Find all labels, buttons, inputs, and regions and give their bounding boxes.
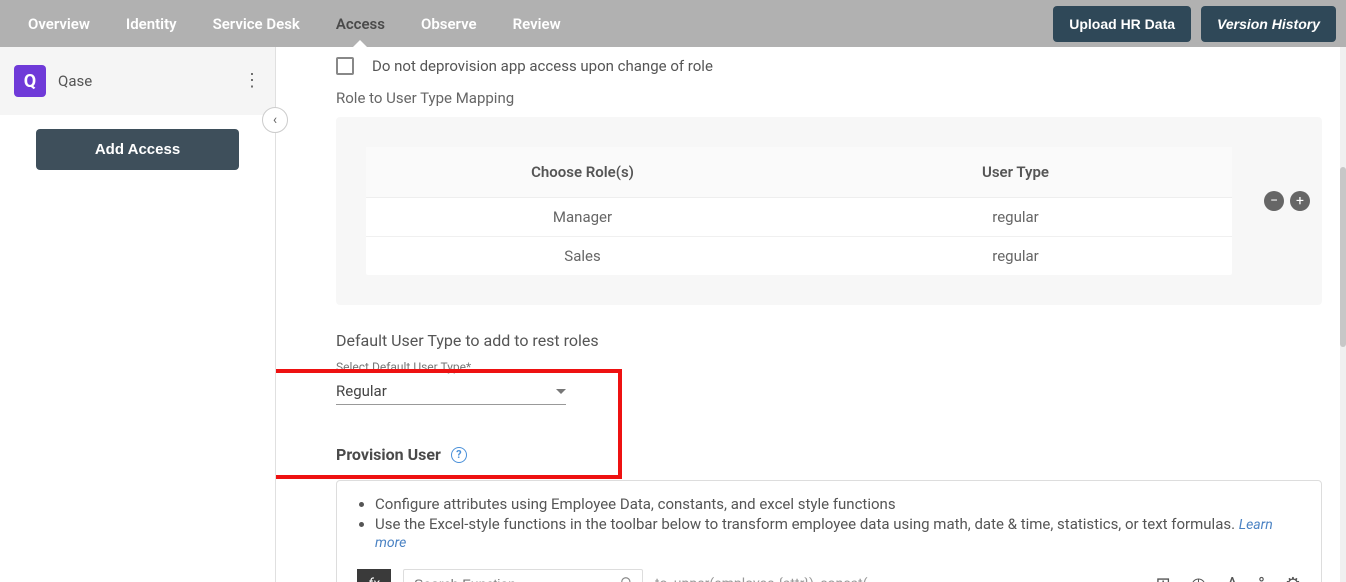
col-header-usertype: User Type bbox=[799, 147, 1232, 197]
tab-access[interactable]: Access bbox=[318, 0, 403, 47]
minus-icon: − bbox=[1270, 194, 1278, 208]
formula-hint: to_upper(employee.{attr}), concat(... bbox=[655, 576, 1144, 582]
table-row: Manager regular bbox=[366, 198, 1232, 237]
tool-icons: ⊞ ◷ A ° ⚙ bbox=[1156, 574, 1301, 582]
sidebar-app-card[interactable]: Q Qase ⋮ bbox=[0, 47, 275, 115]
tab-list: Overview Identity Service Desk Access Ob… bbox=[10, 0, 579, 47]
provision-bullet: Configure attributes using Employee Data… bbox=[375, 495, 1301, 513]
default-usertype-title: Default User Type to add to rest roles bbox=[336, 331, 1322, 350]
gear-icon[interactable]: ⚙ bbox=[1285, 574, 1301, 582]
mapping-section-label: Role to User Type Mapping bbox=[336, 89, 1322, 107]
version-history-button[interactable]: Version History bbox=[1201, 6, 1336, 42]
default-usertype-select[interactable]: Regular bbox=[336, 378, 566, 405]
row-controls: − + bbox=[1264, 191, 1310, 211]
col-header-roles: Choose Role(s) bbox=[366, 147, 799, 197]
provision-panel: Configure attributes using Employee Data… bbox=[336, 480, 1322, 582]
function-search[interactable] bbox=[403, 569, 643, 582]
provision-bullet: Use the Excel-style functions in the too… bbox=[375, 515, 1301, 551]
provision-user-title: Provision User ? bbox=[336, 445, 1322, 464]
tab-service-desk[interactable]: Service Desk bbox=[195, 0, 318, 47]
add-row-button[interactable]: + bbox=[1290, 191, 1310, 211]
person-icon[interactable]: ° bbox=[1258, 574, 1265, 582]
app-icon: Q bbox=[14, 65, 46, 97]
scrollbar-thumb[interactable] bbox=[1340, 167, 1346, 347]
default-usertype-field-label: Select Default User Type* bbox=[336, 360, 1322, 374]
chevron-down-icon bbox=[556, 389, 566, 394]
cell-usertype[interactable]: regular bbox=[799, 237, 1232, 275]
math-icon[interactable]: ⊞ bbox=[1156, 574, 1171, 582]
mapping-header: Choose Role(s) User Type bbox=[366, 147, 1232, 198]
plus-icon: + bbox=[1296, 194, 1304, 208]
tab-review[interactable]: Review bbox=[495, 0, 579, 47]
table-row: Sales regular bbox=[366, 237, 1232, 275]
text-icon[interactable]: A bbox=[1226, 574, 1238, 582]
add-access-button[interactable]: Add Access bbox=[36, 129, 239, 170]
tab-identity[interactable]: Identity bbox=[108, 0, 195, 47]
remove-row-button[interactable]: − bbox=[1264, 191, 1284, 211]
upload-hr-data-button[interactable]: Upload HR Data bbox=[1053, 6, 1191, 42]
provision-bullet-text: Use the Excel-style functions in the too… bbox=[375, 515, 1235, 533]
mapping-panel: Choose Role(s) User Type Manager regular… bbox=[336, 117, 1322, 305]
cell-role[interactable]: Manager bbox=[366, 198, 799, 236]
deprovision-checkbox-row: Do not deprovision app access upon chang… bbox=[336, 57, 1322, 75]
help-icon[interactable]: ? bbox=[451, 447, 467, 463]
kebab-icon[interactable]: ⋮ bbox=[243, 72, 261, 90]
top-nav: Overview Identity Service Desk Access Ob… bbox=[0, 0, 1346, 47]
sidebar: Q Qase ⋮ Add Access ‹ bbox=[0, 47, 276, 582]
fx-button[interactable]: fx bbox=[357, 569, 391, 582]
app-name: Qase bbox=[58, 72, 92, 90]
tab-overview[interactable]: Overview bbox=[10, 0, 108, 47]
provision-bullets: Configure attributes using Employee Data… bbox=[357, 495, 1301, 551]
default-usertype-value: Regular bbox=[336, 382, 556, 400]
mapping-table: Choose Role(s) User Type Manager regular… bbox=[366, 147, 1232, 275]
default-usertype-section: Default User Type to add to rest roles S… bbox=[336, 331, 1322, 405]
deprovision-checkbox-label: Do not deprovision app access upon chang… bbox=[372, 57, 713, 75]
provision-user-title-text: Provision User bbox=[336, 445, 441, 464]
deprovision-checkbox[interactable] bbox=[336, 57, 354, 75]
cell-usertype[interactable]: regular bbox=[799, 198, 1232, 236]
main-content: Do not deprovision app access upon chang… bbox=[276, 47, 1346, 582]
search-icon bbox=[620, 575, 634, 582]
scrollbar[interactable] bbox=[1340, 47, 1346, 582]
formula-toolbar: fx to_upper(employee.{attr}), concat(...… bbox=[357, 569, 1301, 582]
tab-observe[interactable]: Observe bbox=[403, 0, 495, 47]
function-search-input[interactable] bbox=[414, 576, 612, 582]
clock-icon[interactable]: ◷ bbox=[1191, 574, 1207, 582]
cell-role[interactable]: Sales bbox=[366, 237, 799, 275]
